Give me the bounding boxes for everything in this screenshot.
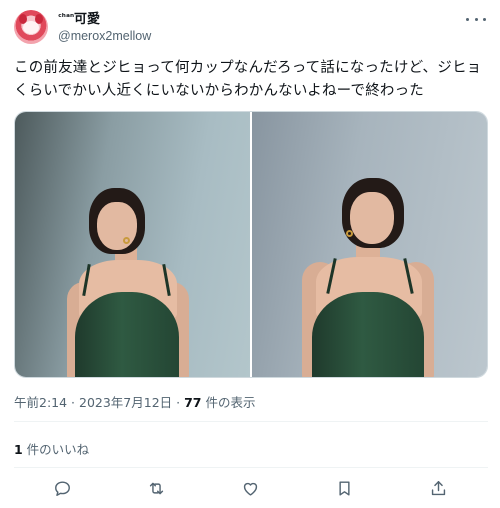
- views-label: 件の表示: [201, 395, 256, 410]
- action-bar: [14, 475, 488, 501]
- tweet-header: ᶜʰᵃⁿ可愛 @merox2mellow: [14, 10, 490, 46]
- reply-icon[interactable]: [49, 475, 75, 501]
- likes-count: 1: [14, 442, 23, 457]
- meta-separator: ·: [67, 395, 79, 410]
- bookmark-icon[interactable]: [331, 475, 357, 501]
- more-icon[interactable]: [466, 12, 486, 26]
- likes-link[interactable]: 1 件のいいね: [14, 439, 89, 458]
- divider: [14, 421, 488, 422]
- like-icon[interactable]: [237, 475, 263, 501]
- tweet-meta: 午前2:14 · 2023年7月12日 · 77 件の表示: [14, 392, 255, 411]
- display-name[interactable]: ᶜʰᵃⁿ可愛: [58, 10, 151, 28]
- tweet-text: この前友達とジヒョって何カップなんだろって話になったけど、ジヒョくらいでかい人近…: [14, 60, 482, 99]
- views-count: 77: [184, 395, 202, 410]
- user-names: ᶜʰᵃⁿ可愛 @merox2mellow: [58, 10, 151, 45]
- media-grid: [14, 111, 488, 378]
- meta-separator: ·: [172, 395, 185, 410]
- display-name-text: 可愛: [74, 12, 101, 27]
- display-name-prefix: ᶜʰᵃⁿ: [58, 13, 75, 23]
- tweet-date[interactable]: 2023年7月12日: [79, 395, 172, 410]
- likes-label: 件のいいね: [22, 442, 90, 457]
- share-icon[interactable]: [425, 475, 451, 501]
- avatar[interactable]: [14, 10, 48, 44]
- photo-left[interactable]: [15, 112, 250, 377]
- retweet-icon[interactable]: [143, 475, 169, 501]
- divider: [14, 467, 488, 468]
- tweet-time[interactable]: 午前2:14: [14, 395, 67, 410]
- photo-right[interactable]: [252, 112, 487, 377]
- user-handle[interactable]: @merox2mellow: [58, 28, 151, 45]
